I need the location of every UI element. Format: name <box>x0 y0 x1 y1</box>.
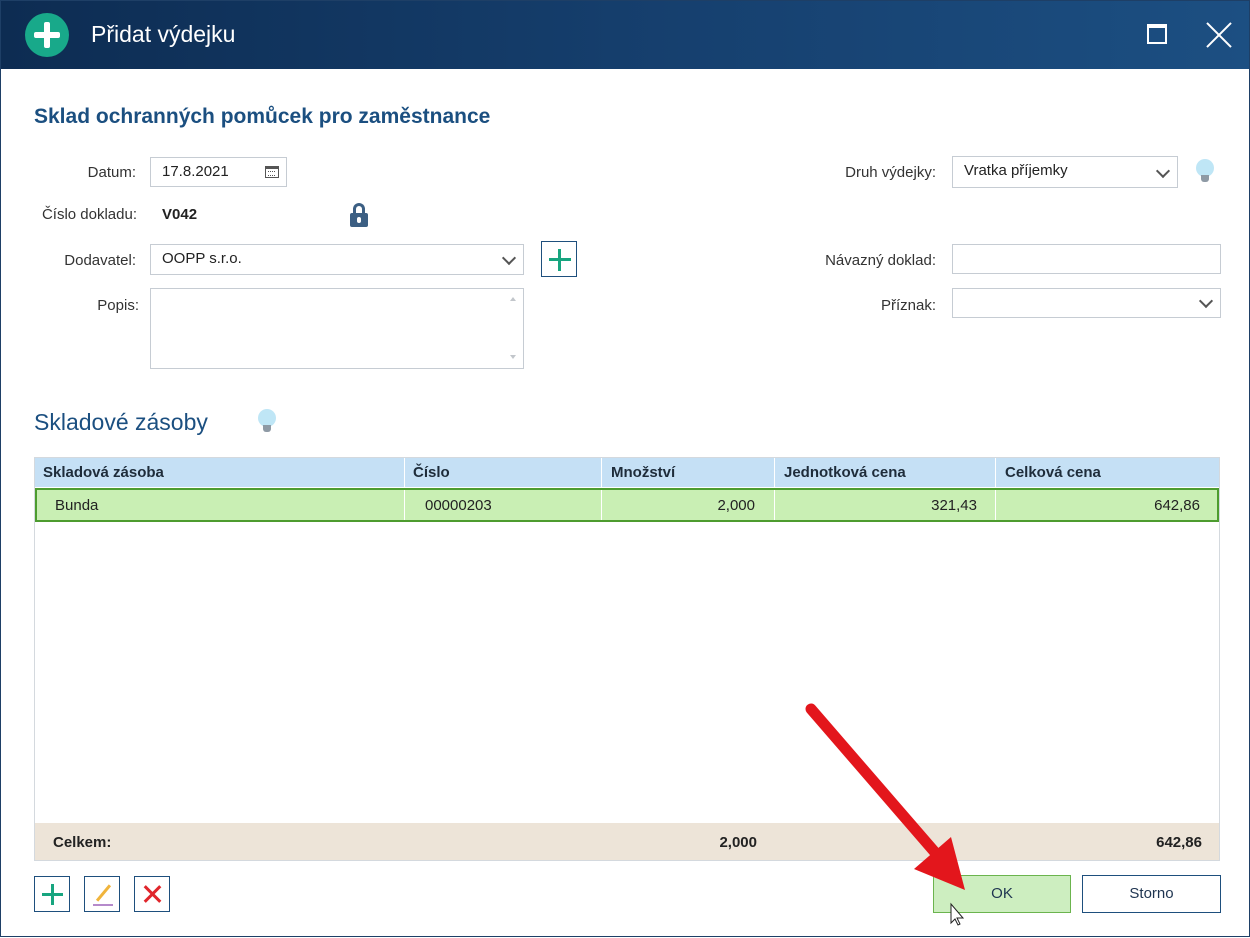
total-row: Celkem: 2,000 642,86 <box>35 823 1219 860</box>
druh-vydejky-select[interactable]: Vratka příjemky <box>952 156 1178 188</box>
title-bar: Přidat výdejku <box>1 1 1249 69</box>
dialog-window: Přidat výdejku Sklad ochranných pomůcek … <box>0 0 1250 937</box>
dodavatel-label: Dodavatel: <box>64 252 136 269</box>
column-header[interactable]: Jednotková cena <box>784 464 906 481</box>
lightbulb-icon[interactable] <box>1196 159 1214 183</box>
lock-icon[interactable] <box>350 203 368 227</box>
navazny-doklad-label: Návazný doklad: <box>825 252 936 269</box>
close-icon[interactable] <box>1205 21 1233 49</box>
x-icon <box>141 883 163 905</box>
druh-vydejky-value: Vratka příjemky <box>964 162 1068 179</box>
cell-mnozstvi: 2,000 <box>717 497 755 514</box>
total-celkova-cena: 642,86 <box>1156 834 1202 851</box>
scroll-up-icon[interactable] <box>510 297 516 301</box>
datum-field[interactable]: 17.8.2021 <box>150 157 287 187</box>
lightbulb-icon[interactable] <box>258 409 276 433</box>
priznak-label: Příznak: <box>880 297 936 314</box>
cell-celkova-cena: 642,86 <box>1154 497 1200 514</box>
delete-row-button[interactable] <box>134 876 170 912</box>
datum-value: 17.8.2021 <box>162 163 229 180</box>
chevron-down-icon <box>1155 163 1171 179</box>
cislo-dokladu-value: V042 <box>162 206 198 223</box>
calendar-icon[interactable] <box>265 166 279 178</box>
section-title-stock: Skladové zásoby <box>34 409 208 435</box>
cell-jednotkova-cena: 321,43 <box>931 497 977 514</box>
popis-label: Popis: <box>97 297 139 314</box>
column-header[interactable]: Skladová zásoba <box>43 464 164 481</box>
plus-icon <box>542 242 578 278</box>
navazny-doklad-input[interactable] <box>952 244 1221 274</box>
dodavatel-select[interactable]: OOPP s.r.o. <box>150 244 524 275</box>
window-title: Přidat výdejku <box>91 21 236 47</box>
cell-cislo: 00000203 <box>425 497 492 514</box>
druh-vydejky-label: Druh výdejky: <box>845 164 936 181</box>
datum-label: Datum: <box>87 164 136 181</box>
column-header[interactable]: Číslo <box>413 464 450 481</box>
add-supplier-button[interactable]: .add-sup::before{left:7px;top:16px;width… <box>541 241 577 277</box>
total-label: Celkem: <box>53 834 112 851</box>
popis-textarea[interactable] <box>150 288 524 369</box>
chevron-down-icon <box>1198 293 1214 309</box>
cancel-button[interactable]: Storno <box>1082 875 1221 913</box>
chevron-down-icon <box>501 250 517 266</box>
pencil-icon <box>93 883 113 907</box>
column-header[interactable]: Celková cena <box>1005 464 1101 481</box>
total-mnozstvi: 2,000 <box>719 834 757 851</box>
cell-zasoba: Bunda <box>55 497 99 514</box>
column-header[interactable]: Množství <box>611 464 675 481</box>
page-title: Sklad ochranných pomůcek pro zaměstnance <box>34 105 491 128</box>
maximize-icon[interactable] <box>1147 24 1167 44</box>
scroll-down-icon[interactable] <box>510 355 516 359</box>
table-header: Skladová zásoba Číslo Množství Jednotkov… <box>35 458 1219 487</box>
stock-table: Skladová zásoba Číslo Množství Jednotkov… <box>34 457 1220 861</box>
dodavatel-value: OOPP s.r.o. <box>162 250 242 267</box>
edit-row-button[interactable] <box>84 876 120 912</box>
cislo-dokladu-label: Číslo dokladu: <box>41 206 137 223</box>
add-row-button[interactable]: .add-row::before{left:7px;top:16px;width… <box>34 876 70 912</box>
plus-circle-icon <box>25 13 69 57</box>
table-row[interactable]: Bunda 00000203 2,000 321,43 642,86 <box>35 488 1219 522</box>
priznak-select[interactable] <box>952 288 1221 318</box>
plus-icon <box>35 877 71 913</box>
ok-button[interactable]: OK <box>933 875 1071 913</box>
